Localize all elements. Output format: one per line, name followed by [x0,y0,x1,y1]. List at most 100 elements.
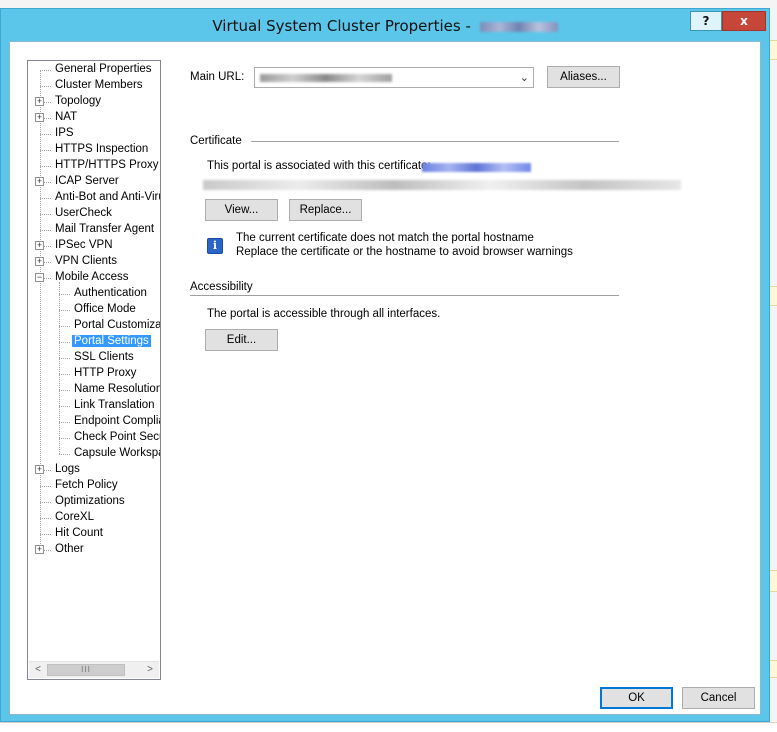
tree-item-name-resolution[interactable]: Name Resolution [72,382,160,398]
tree-item-other[interactable]: Other [53,542,86,558]
scroll-left-arrow-icon[interactable]: < [30,663,46,677]
tree-connector-line [40,134,51,135]
tree-connector-line [40,502,51,503]
tree-item-anti-bot-and-anti-virus[interactable]: Anti-Bot and Anti-Virus [53,190,161,206]
tree-item-authentication[interactable]: Authentication [72,286,149,302]
dialog-client-area: < III > General Properties Cluster Member… [9,41,761,715]
tree-item-label: Endpoint Compliance [74,415,160,427]
tree-item-label: General Properties [55,63,152,75]
tree-item-link-translation[interactable]: Link Translation [72,398,157,414]
tree-item-label: CoreXL [55,511,94,523]
tree-item-ipsec-vpn[interactable]: IPSec VPN [53,238,115,254]
tree-connector-line [59,342,70,343]
tree-connector-line [59,406,70,407]
tree-connector-line [40,486,51,487]
tree-connector-line [59,310,70,311]
expand-icon[interactable]: + [35,465,44,474]
tree-item-label: Portal Settings [72,335,151,347]
tree-item-nat[interactable]: NAT [53,110,79,126]
tree-item-cluster-members[interactable]: Cluster Members [53,78,145,94]
tree-connector-line [59,422,70,423]
redacted-certificate-link[interactable] [422,163,531,172]
tree-connector-line [40,214,51,215]
dialog-title: Virtual System Cluster Properties - [1,17,769,35]
tree-item-general-properties[interactable]: General Properties [53,62,154,78]
tree-item-ssl-clients[interactable]: SSL Clients [72,350,136,366]
title-bar[interactable]: Virtual System Cluster Properties - ? x [1,9,769,41]
redacted-object-name [479,21,558,32]
tree-item-label: Anti-Bot and Anti-Virus [55,191,161,203]
tree-item-label: Portal Customization [74,319,161,331]
main-url-label: Main URL: [190,71,245,83]
accessibility-description: The portal is accessible through all int… [207,308,441,320]
tree-item-label: Topology [55,95,102,107]
tree-item-corexl[interactable]: CoreXL [53,510,96,526]
tree-connector-line [59,358,70,359]
help-button[interactable]: ? [690,11,722,31]
tree-item-label: NAT [55,111,78,123]
ok-button[interactable]: OK [600,687,673,709]
tree-item-mobile-access[interactable]: Mobile Access [53,270,131,286]
tree-item-icap-server[interactable]: ICAP Server [53,174,121,190]
certificate-divider [251,141,619,142]
accessibility-edit-button[interactable]: Edit... [205,329,278,351]
accessibility-section-title: Accessibility [190,281,253,293]
certificate-associated-text: This portal is associated with this cert… [207,160,431,172]
expand-icon[interactable]: + [35,113,44,122]
tree-item-logs[interactable]: Logs [53,462,82,478]
tree-item-label: Mail Transfer Agent [55,223,155,235]
replace-certificate-button[interactable]: Replace... [289,199,362,221]
navigation-tree[interactable]: < III > General Properties Cluster Member… [27,60,161,680]
tree-item-http-proxy[interactable]: HTTP Proxy [72,366,138,382]
chevron-down-icon[interactable]: ⌄ [520,71,529,84]
expand-icon[interactable]: + [35,241,44,250]
dialog-title-text: Virtual System Cluster Properties - [212,17,476,35]
tree-item-topology[interactable]: Topology [53,94,103,110]
tree-item-label: Mobile Access [55,271,129,283]
tree-item-label: HTTP Proxy [74,367,137,379]
tree-item-office-mode[interactable]: Office Mode [72,302,138,318]
tree-item-label: SSL Clients [74,351,134,363]
certificate-warning-line1: The current certificate does not match t… [236,232,534,244]
tree-horizontal-scrollbar[interactable]: < III > [29,661,159,678]
tree-item-hit-count[interactable]: Hit Count [53,526,105,542]
scroll-right-arrow-icon[interactable]: > [142,663,158,677]
tree-item-http-https-proxy[interactable]: HTTP/HTTPS Proxy [53,158,160,174]
tree-item-optimizations[interactable]: Optimizations [53,494,127,510]
tree-item-ips[interactable]: IPS [53,126,76,142]
tree-connector-line [40,70,51,71]
tree-item-endpoint-compliance[interactable]: Endpoint Compliance [72,414,160,430]
expand-icon[interactable]: + [35,177,44,186]
tree-item-label: Capsule Workspace [74,447,160,459]
background-status-strip [0,722,777,732]
main-url-combo[interactable]: ⌄ [254,67,534,88]
scroll-thumb[interactable]: III [47,664,125,676]
expand-icon[interactable]: + [35,545,44,554]
collapse-icon[interactable]: − [35,273,44,282]
tree-connector-line [40,70,41,550]
tree-item-portal-settings[interactable]: Portal Settings [72,334,151,350]
tree-item-usercheck[interactable]: UserCheck [53,206,114,222]
tree-item-label: Office Mode [74,303,136,315]
cancel-button[interactable]: Cancel [682,687,755,709]
tree-item-capsule-workspace[interactable]: Capsule Workspace [72,446,160,462]
tree-connector-line [40,198,51,199]
tree-connector-line [59,374,70,375]
tree-item-vpn-clients[interactable]: VPN Clients [53,254,119,270]
tree-item-label: Logs [55,463,80,475]
tree-item-portal-customization[interactable]: Portal Customization [72,318,161,334]
close-button[interactable]: x [722,11,766,31]
tree-connector-line [40,150,51,151]
redacted-certificate-fingerprint [203,180,681,190]
tree-item-fetch-policy[interactable]: Fetch Policy [53,478,120,494]
view-certificate-button[interactable]: View... [205,199,278,221]
expand-icon[interactable]: + [35,257,44,266]
tree-item-mail-transfer-agent[interactable]: Mail Transfer Agent [53,222,156,238]
tree-item-label: Hit Count [55,527,103,539]
tree-item-label: Authentication [74,287,147,299]
tree-item-https-inspection[interactable]: HTTPS Inspection [53,142,150,158]
tree-item-check-point-secure-workspace[interactable]: Check Point Secure Workspace [72,430,160,446]
aliases-button[interactable]: Aliases... [547,66,620,88]
tree-item-label: Other [55,543,84,555]
expand-icon[interactable]: + [35,97,44,106]
